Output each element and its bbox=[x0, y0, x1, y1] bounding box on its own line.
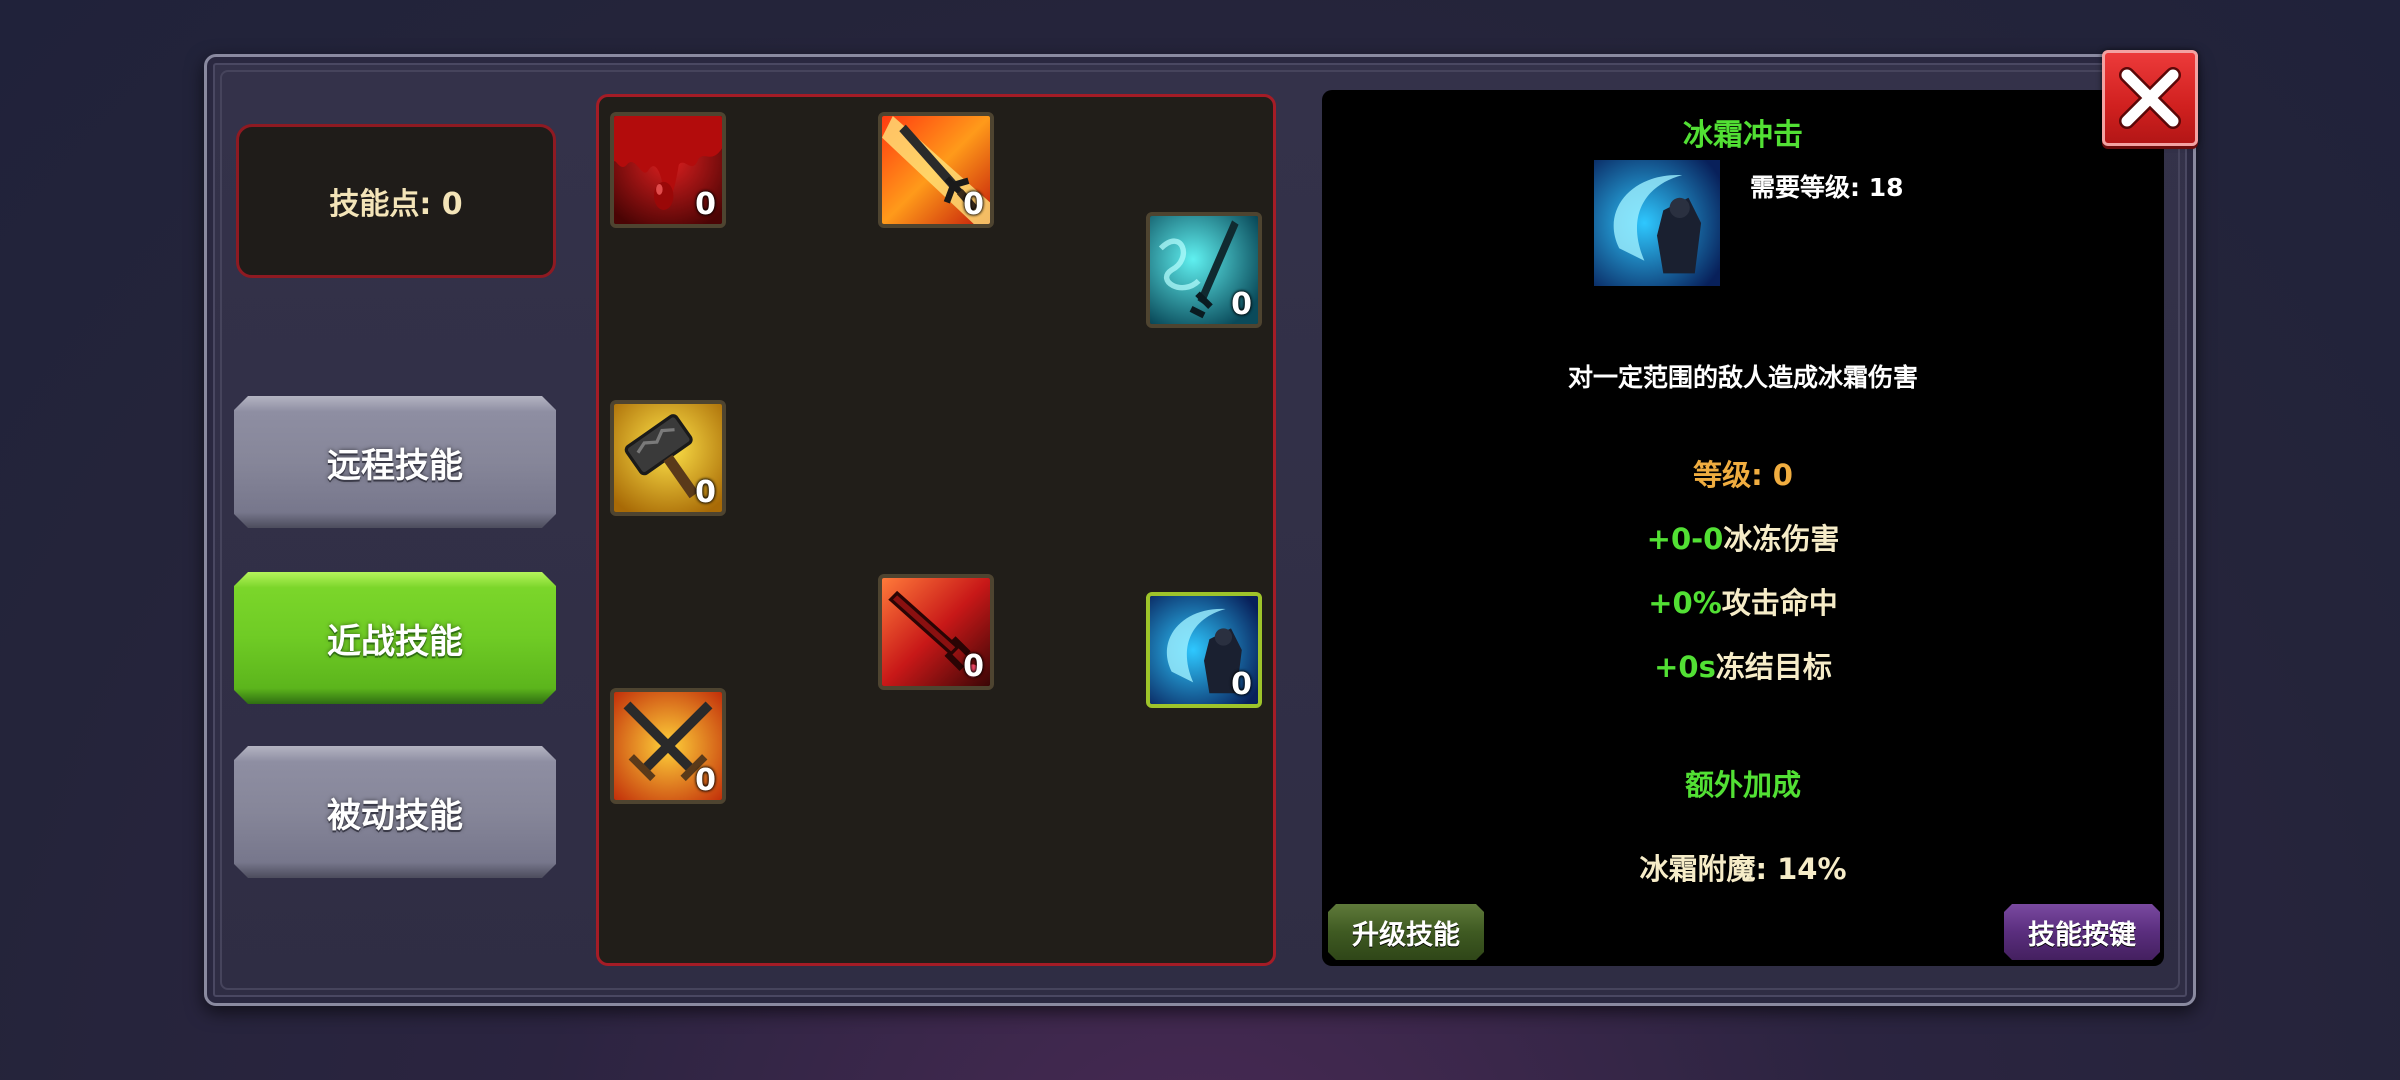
stat-label: 冻结目标 bbox=[1715, 650, 1832, 684]
skill-slot-frost-strike[interactable]: 0 bbox=[1146, 592, 1262, 708]
stat-freeze-damage: +0-0冰冻伤害 bbox=[1322, 516, 2164, 558]
tab-passive-skills[interactable]: 被动技能 bbox=[234, 746, 556, 878]
stat-value: +0% bbox=[1648, 586, 1722, 620]
tab-melee-label: 近战技能 bbox=[327, 621, 463, 662]
stat-freeze-target: +0s冻结目标 bbox=[1322, 644, 2164, 686]
skill-title: 冰霜冲击 bbox=[1683, 118, 1803, 153]
skill-slot-hammer[interactable]: 0 bbox=[610, 400, 726, 516]
skill-keybind-label: 技能按键 bbox=[2028, 919, 2136, 951]
skill-level: 0 bbox=[1231, 287, 1252, 322]
skill-slot-crossed-swords[interactable]: 0 bbox=[610, 688, 726, 804]
tab-ranged-label: 远程技能 bbox=[327, 445, 463, 486]
bonus-title: 额外加成 bbox=[1684, 768, 1801, 802]
upgrade-skill-button[interactable]: 升级技能 bbox=[1328, 904, 1484, 960]
frost-strike-icon bbox=[1594, 160, 1720, 286]
tab-ranged-skills[interactable]: 远程技能 bbox=[234, 396, 556, 528]
skill-points-label: 技能点: 0 bbox=[329, 187, 463, 222]
skill-points-box: 技能点: 0 bbox=[236, 124, 556, 278]
tab-passive-label: 被动技能 bbox=[327, 795, 463, 836]
stat-label: 冰冻伤害 bbox=[1723, 522, 1840, 556]
skill-level: 0 bbox=[1231, 667, 1252, 702]
skill-level: 0 bbox=[695, 187, 716, 222]
skill-level: 0 bbox=[695, 763, 716, 798]
skill-level: 0 bbox=[963, 187, 984, 222]
skill-level-label: 等级: 0 bbox=[1693, 458, 1793, 492]
skill-keybind-button[interactable]: 技能按键 bbox=[2004, 904, 2160, 960]
required-level: 需要等级: 18 bbox=[1750, 173, 1904, 202]
close-button[interactable] bbox=[2102, 50, 2198, 146]
skill-slot-ice-sword[interactable]: 0 bbox=[1146, 212, 1262, 328]
stat-label: 攻击命中 bbox=[1721, 586, 1838, 620]
skill-level: 0 bbox=[963, 649, 984, 684]
close-icon bbox=[2119, 67, 2181, 129]
skill-detail-panel: 冰霜冲击 需要等级: 18 对一定范围的敌人造成冰霜伤害 等级: 0 +0-0冰… bbox=[1322, 90, 2164, 966]
skill-description: 对一定范围的敌人造成冰霜伤害 bbox=[1567, 363, 1918, 392]
tab-melee-skills[interactable]: 近战技能 bbox=[234, 572, 556, 704]
skill-slot-flaming-sword[interactable]: 0 bbox=[878, 112, 994, 228]
stat-hit-chance: +0%攻击命中 bbox=[1322, 580, 2164, 622]
skill-slot-blood[interactable]: 0 bbox=[610, 112, 726, 228]
stat-value: +0s bbox=[1654, 650, 1716, 684]
skill-slot-blood-sword[interactable]: 0 bbox=[878, 574, 994, 690]
bonus-text: 冰霜附魔: 14% bbox=[1639, 852, 1847, 886]
stat-value: +0-0 bbox=[1646, 522, 1724, 556]
skill-level: 0 bbox=[695, 475, 716, 510]
upgrade-skill-label: 升级技能 bbox=[1352, 919, 1460, 951]
